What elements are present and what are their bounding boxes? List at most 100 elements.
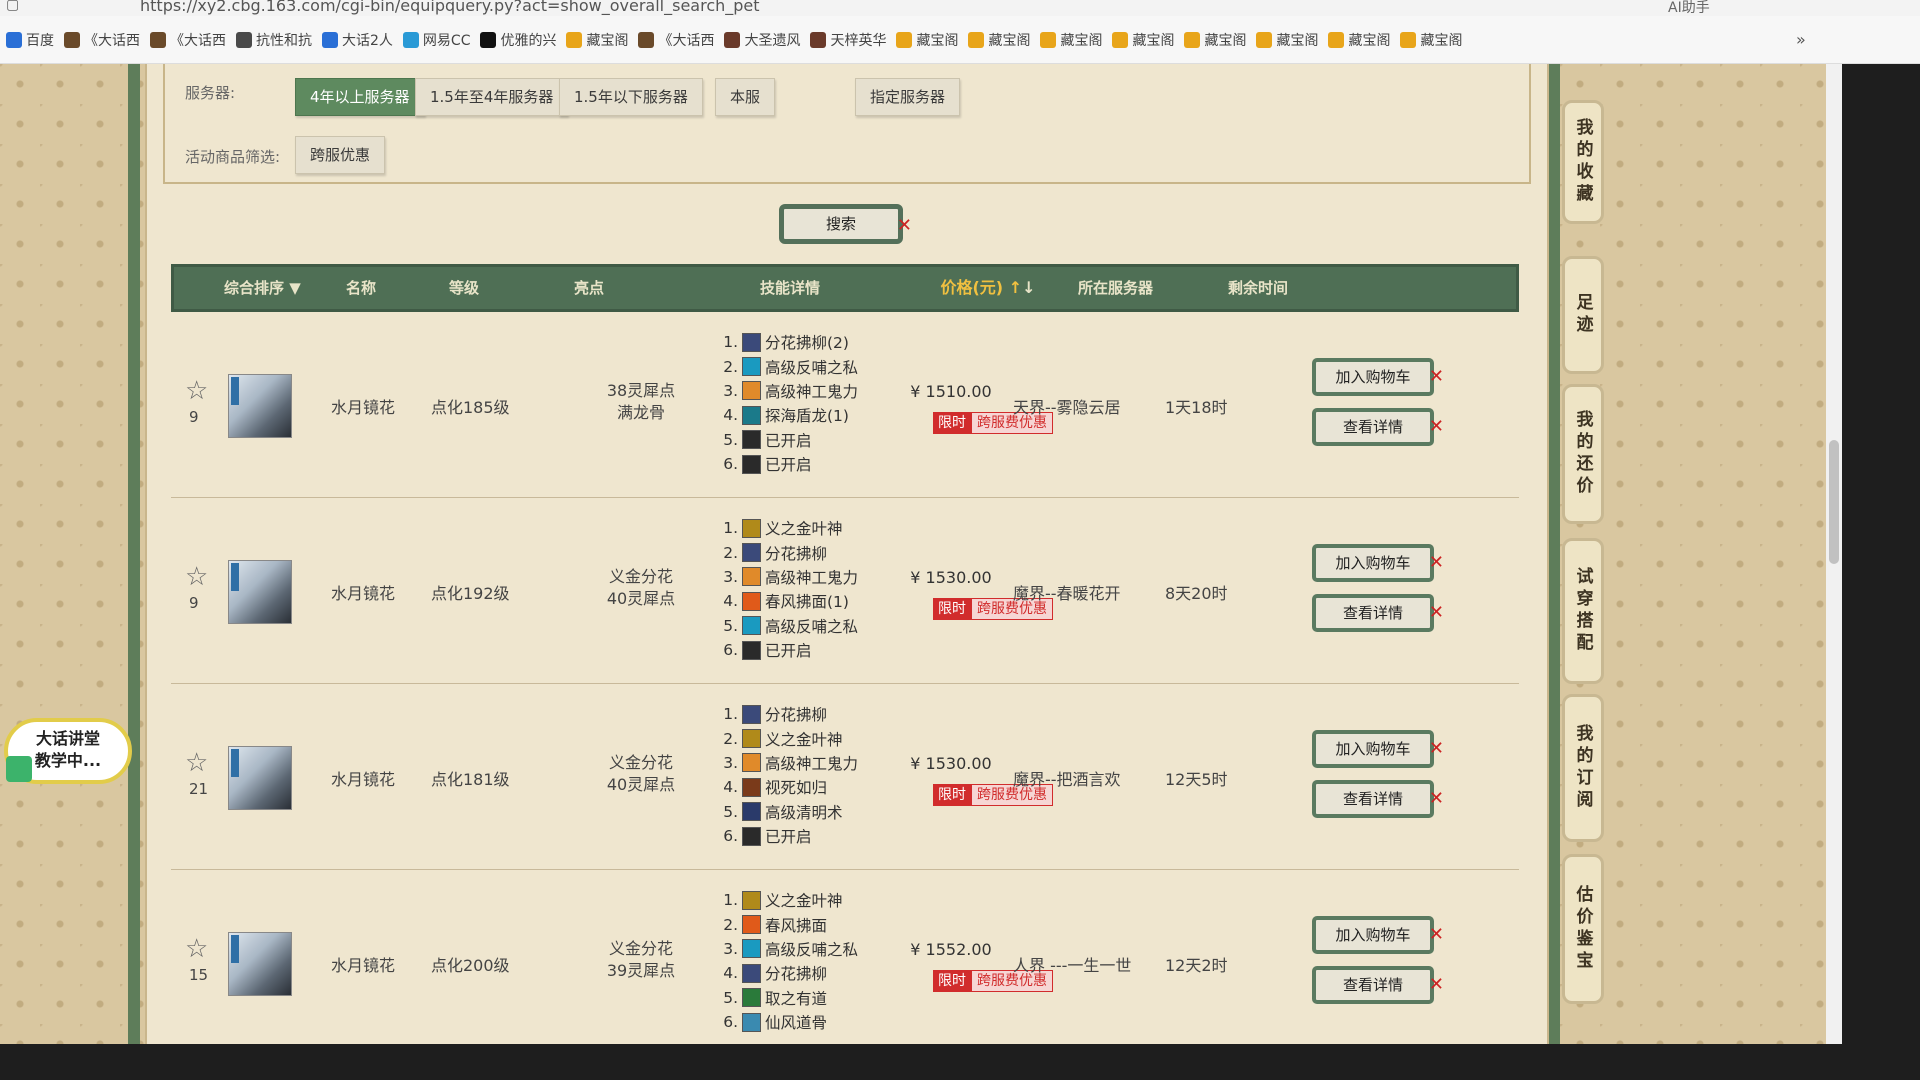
scrollbar-thumb[interactable] bbox=[1829, 440, 1839, 564]
address-bar[interactable]: ▢ https://xy2.cbg.163.com/cgi-bin/equipq… bbox=[0, 0, 1920, 17]
skill-icon bbox=[742, 963, 761, 983]
bookmark-item[interactable]: 藏宝阁 bbox=[968, 30, 1030, 50]
skill-item[interactable]: 2. 春风拂面 bbox=[716, 912, 876, 936]
favorite-star-icon[interactable]: ☆ bbox=[185, 376, 208, 406]
bookmark-label: 抗性和抗 bbox=[256, 32, 312, 49]
ai-assistant-label[interactable]: AI助手 bbox=[1668, 0, 1710, 16]
favorite-star-icon[interactable]: ☆ bbox=[185, 934, 208, 964]
search-button[interactable]: 搜索 ✕ bbox=[779, 204, 912, 244]
left-pillar bbox=[128, 64, 140, 1044]
bookmark-item[interactable]: 天梓英华 bbox=[810, 30, 886, 50]
bookmark-item[interactable]: 《大话西 bbox=[150, 30, 226, 50]
side-tab[interactable]: 试穿搭配 bbox=[1562, 538, 1604, 684]
skill-index: 3. bbox=[723, 381, 738, 400]
bookmarks-more-button[interactable]: » bbox=[1796, 30, 1820, 49]
skill-item[interactable]: 5. 高级清明术 bbox=[716, 800, 876, 824]
skill-list: 1. 义之金叶神 2. 分花拂柳 3. 高级神工鬼力 4. 春风拂面(1) 5. 高级反哺之私 6.… bbox=[716, 516, 876, 662]
page-scrollbar[interactable] bbox=[1826, 64, 1842, 1044]
url-text[interactable]: https://xy2.cbg.163.com/cgi-bin/equipque… bbox=[140, 0, 760, 15]
side-tab[interactable]: 我的订阅 bbox=[1562, 694, 1604, 842]
pet-avatar[interactable] bbox=[228, 932, 292, 996]
pet-avatar[interactable] bbox=[228, 560, 292, 624]
bookmark-item[interactable]: 藏宝阁 bbox=[1400, 30, 1462, 50]
server-filter-option[interactable]: 1.5年以下服务器 bbox=[559, 78, 703, 116]
pet-name[interactable]: 水月镜花 bbox=[331, 952, 395, 976]
skill-item[interactable]: 1. 义之金叶神 bbox=[716, 888, 876, 912]
skill-item[interactable]: 2. 义之金叶神 bbox=[716, 726, 876, 750]
bookmark-item[interactable]: 大圣遗风 bbox=[724, 30, 800, 50]
side-tab[interactable]: 足迹 bbox=[1562, 256, 1604, 374]
skill-item[interactable]: 4. 春风拂面(1) bbox=[716, 589, 876, 613]
skill-item[interactable]: 3. 高级神工鬼力 bbox=[716, 379, 876, 403]
pet-avatar[interactable] bbox=[228, 746, 292, 810]
favorite-star-icon[interactable]: ☆ bbox=[185, 562, 208, 592]
skill-item[interactable]: 4. 视死如归 bbox=[716, 775, 876, 799]
skill-item[interactable]: 1. 义之金叶神 bbox=[716, 516, 876, 540]
bookmark-item[interactable]: 藏宝阁 bbox=[1328, 30, 1390, 50]
sort-header[interactable]: 综合排序 ▼ bbox=[224, 267, 301, 309]
skill-item[interactable]: 5. 高级反哺之私 bbox=[716, 614, 876, 638]
pet-name[interactable]: 水月镜花 bbox=[331, 766, 395, 790]
add-to-cart-label: 加入购物车 bbox=[1335, 554, 1411, 572]
bookmark-item[interactable]: 优雅的兴 bbox=[480, 30, 556, 50]
skill-item[interactable]: 6. 已开启 bbox=[716, 452, 876, 476]
bookmark-item[interactable]: 藏宝阁 bbox=[1040, 30, 1102, 50]
bookmark-item[interactable]: 藏宝阁 bbox=[896, 30, 958, 50]
skill-icon bbox=[742, 518, 761, 538]
view-details-button[interactable]: 查看详情 ✕ bbox=[1312, 780, 1444, 818]
view-details-button[interactable]: 查看详情 ✕ bbox=[1312, 408, 1444, 446]
add-to-cart-button[interactable]: 加入购物车 ✕ bbox=[1312, 544, 1444, 582]
bookmark-item[interactable]: 《大话西 bbox=[64, 30, 140, 50]
bookmark-label: 藏宝阁 bbox=[988, 32, 1031, 49]
skill-item[interactable]: 6. 仙风道骨 bbox=[716, 1010, 876, 1034]
skill-icon bbox=[742, 405, 761, 425]
side-tab[interactable]: 我的还价 bbox=[1562, 384, 1604, 524]
bookmark-item[interactable]: 藏宝阁 bbox=[1112, 30, 1174, 50]
skill-item[interactable]: 3. 高级神工鬼力 bbox=[716, 565, 876, 589]
bookmark-item[interactable]: 藏宝阁 bbox=[1184, 30, 1246, 50]
bookmark-item[interactable]: 百度 bbox=[6, 30, 54, 50]
add-to-cart-button[interactable]: 加入购物车 ✕ bbox=[1312, 730, 1444, 768]
skill-item[interactable]: 2. 高级反哺之私 bbox=[716, 354, 876, 378]
skill-item[interactable]: 1. 分花拂柳(2) bbox=[716, 330, 876, 354]
cross-server-discount-filter[interactable]: 跨服优惠 bbox=[295, 136, 386, 174]
skill-item[interactable]: 2. 分花拂柳 bbox=[716, 540, 876, 564]
view-details-button[interactable]: 查看详情 ✕ bbox=[1312, 594, 1444, 632]
lecture-badge[interactable]: 大话讲堂 教学中... bbox=[4, 718, 132, 784]
pet-name[interactable]: 水月镜花 bbox=[331, 394, 395, 418]
price-header[interactable]: 价格(元) ↑↓ bbox=[928, 267, 1048, 309]
skill-icon bbox=[742, 704, 761, 724]
skill-name: 高级神工鬼力 bbox=[765, 754, 859, 773]
server-filter-option[interactable]: 4年以上服务器 bbox=[295, 78, 425, 116]
server-filter-option[interactable]: 指定服务器 bbox=[855, 78, 961, 116]
price-value: ¥ 1552.00 bbox=[910, 940, 992, 959]
add-to-cart-button[interactable]: 加入购物车 ✕ bbox=[1312, 358, 1444, 396]
window-icon[interactable]: ▢ bbox=[6, 0, 19, 13]
favorite-star-icon[interactable]: ☆ bbox=[185, 748, 208, 778]
skill-item[interactable]: 6. 已开启 bbox=[716, 824, 876, 848]
add-to-cart-button[interactable]: 加入购物车 ✕ bbox=[1312, 916, 1444, 954]
skill-item[interactable]: 3. 高级神工鬼力 bbox=[716, 751, 876, 775]
bookmark-item[interactable]: 藏宝阁 bbox=[1256, 30, 1318, 50]
side-tab[interactable]: 我的收藏 bbox=[1562, 100, 1604, 224]
pet-name[interactable]: 水月镜花 bbox=[331, 580, 395, 604]
bookmark-item[interactable]: 网易CC bbox=[402, 30, 470, 50]
server-filter-option[interactable]: 1.5年至4年服务器 bbox=[415, 78, 569, 116]
price-value: ¥ 1530.00 bbox=[910, 568, 992, 587]
bookmark-item[interactable]: 抗性和抗 bbox=[236, 30, 312, 50]
skill-item[interactable]: 6. 已开启 bbox=[716, 638, 876, 662]
bookmark-item[interactable]: 大话2人 bbox=[322, 30, 393, 50]
bookmark-item[interactable]: 《大话西 bbox=[638, 30, 714, 50]
skill-item[interactable]: 1. 分花拂柳 bbox=[716, 702, 876, 726]
pet-avatar[interactable] bbox=[228, 374, 292, 438]
bookmark-item[interactable]: 藏宝阁 bbox=[566, 30, 628, 50]
side-tab[interactable]: 估价鉴宝 bbox=[1562, 854, 1604, 1004]
skill-item[interactable]: 5. 已开启 bbox=[716, 428, 876, 452]
skill-item[interactable]: 4. 分花拂柳 bbox=[716, 961, 876, 985]
view-details-button[interactable]: 查看详情 ✕ bbox=[1312, 966, 1444, 1004]
server-filter-option[interactable]: 本服 bbox=[715, 78, 776, 116]
limited-time-badge: 限时 bbox=[933, 970, 971, 992]
skill-item[interactable]: 4. 探海盾龙(1) bbox=[716, 403, 876, 427]
skill-item[interactable]: 3. 高级反哺之私 bbox=[716, 937, 876, 961]
skill-item[interactable]: 5. 取之有道 bbox=[716, 986, 876, 1010]
